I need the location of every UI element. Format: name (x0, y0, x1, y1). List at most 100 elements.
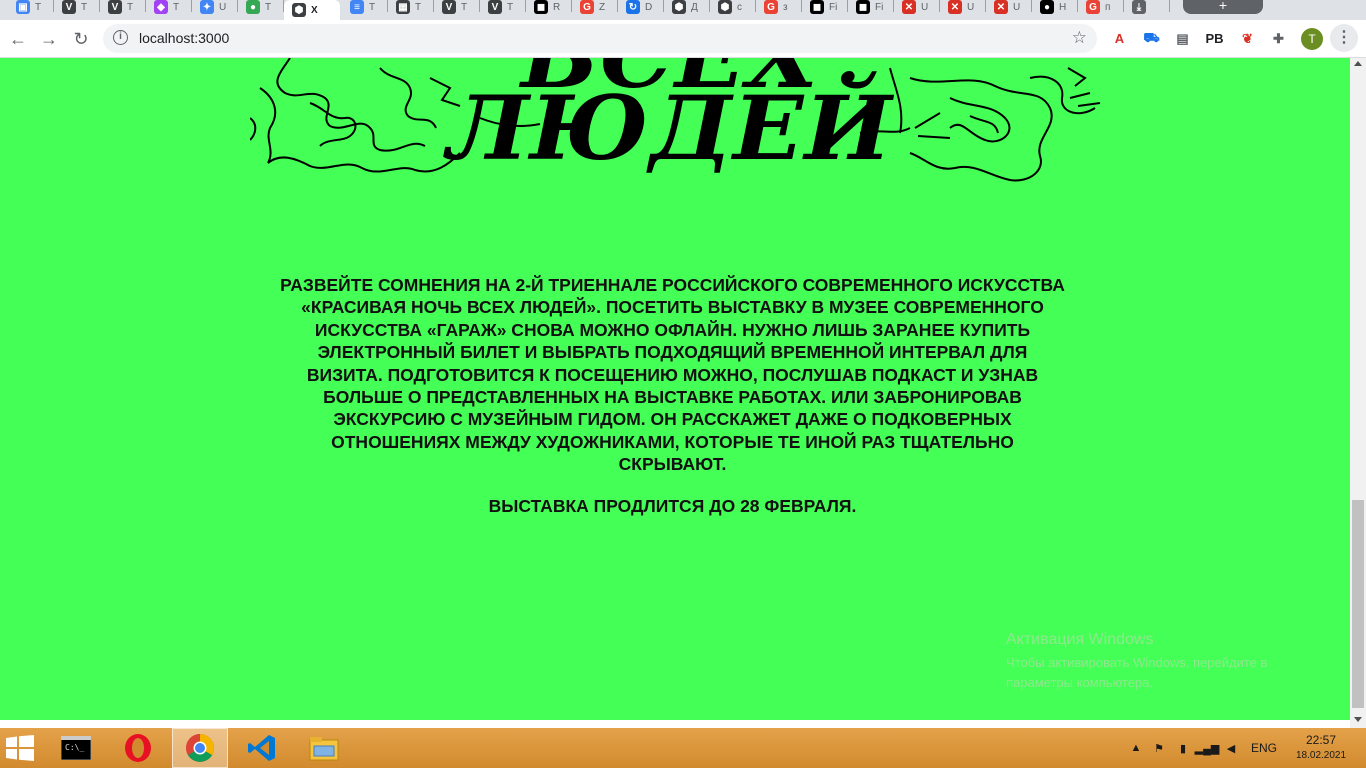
browser-tab[interactable]: ≡ Т (342, 0, 388, 14)
tab-title: Fi (829, 1, 838, 13)
bookmark-star-icon[interactable]: ☆ (1072, 28, 1087, 48)
browser-tab[interactable]: ◼ Fi (848, 0, 894, 14)
scroll-down-icon[interactable] (1354, 717, 1362, 722)
browser-tab[interactable]: ▣ Т (8, 0, 54, 14)
tab-title: U (1013, 1, 1021, 13)
extension-pb-icon[interactable]: PB (1205, 29, 1224, 48)
extension-pepper-icon[interactable]: ❦ (1238, 29, 1257, 48)
page-bottom-edge (0, 720, 1350, 728)
scrollbar-thumb[interactable] (1352, 500, 1364, 708)
tab-separator (1169, 0, 1170, 12)
browser-tab[interactable]: VТ (100, 0, 146, 14)
profile-avatar[interactable]: T (1301, 28, 1323, 50)
tab-title: з (783, 1, 788, 13)
system-clock[interactable]: 22:57 18.02.2021 (1296, 733, 1346, 761)
tray-battery-icon[interactable]: ▮ (1175, 740, 1191, 756)
address-bar[interactable]: i localhost:3000 ☆ (103, 24, 1097, 53)
scroll-up-icon[interactable] (1354, 61, 1362, 66)
browser-tab[interactable]: Gп (1078, 0, 1124, 14)
browser-tab[interactable]: ● H (1032, 0, 1078, 14)
tab-favicon-icon: G (764, 0, 778, 14)
input-language[interactable]: ENG (1251, 741, 1277, 755)
windows-start-icon[interactable] (6, 735, 34, 761)
browser-tab[interactable]: ✕ U (986, 0, 1032, 14)
new-tab-button[interactable]: + (1183, 0, 1263, 14)
svg-text:C:\_: C:\_ (65, 743, 84, 752)
browser-tab[interactable]: ⬢ Х (284, 0, 340, 20)
tab-title: Х (311, 4, 318, 16)
tab-title: Т (127, 1, 134, 13)
back-button[interactable]: ← (6, 27, 30, 51)
taskbar-explorer[interactable] (296, 728, 352, 768)
arrow-right-icon: → (40, 28, 58, 49)
extension-puzzle-icon[interactable]: ✚ (1269, 29, 1288, 48)
browser-tab[interactable]: VТ (434, 0, 480, 14)
tab-favicon-icon: V (62, 0, 76, 14)
page-scrollbar[interactable] (1350, 58, 1366, 728)
taskbar-opera[interactable] (110, 728, 166, 768)
browser-tab[interactable]: ⤓ (1124, 0, 1170, 14)
browser-tab[interactable]: ◼ Fi (802, 0, 848, 14)
site-info-icon[interactable]: i (113, 30, 128, 45)
tab-title: c (737, 1, 742, 13)
menu-icon[interactable]: ⋮ (1330, 24, 1358, 52)
forward-button[interactable]: → (37, 27, 61, 51)
tab-favicon-icon: ▦ (396, 0, 410, 14)
browser-tab[interactable]: ⬢ Д (664, 0, 710, 14)
tab-title: Т (265, 1, 272, 13)
tab-favicon-icon: ◼ (810, 0, 824, 14)
tray-network-icon[interactable]: ▂▄▆ (1195, 740, 1220, 756)
url-text[interactable]: localhost:3000 (139, 30, 229, 46)
tab-strip: ▣ Т V Т V Т ◆ Т ✦ U ● Т ⬢ Х ≡ Т ▦ Т V Т V Т ◼ R G Z ↻ D ⬢ Д ⬢ c Gз ◼ Fi ◼ Fi… (0, 0, 1366, 20)
browser-tab[interactable]: VТ (480, 0, 526, 14)
tab-favicon-icon: V (108, 0, 122, 14)
taskbar-cmd[interactable]: C:\_ (48, 728, 104, 768)
browser-tab[interactable]: VТ (54, 0, 100, 14)
tab-title: Т (461, 1, 468, 13)
chrome-icon (186, 734, 214, 762)
browser-tab[interactable]: ✕ U (894, 0, 940, 14)
browser-tab[interactable]: ⬢ c (710, 0, 756, 14)
tab-favicon-icon: ● (1040, 0, 1054, 14)
browser-tab[interactable]: GZ (572, 0, 618, 14)
tab-title: Z (599, 1, 606, 13)
browser-tab[interactable]: ◼ R (526, 0, 572, 14)
tray-flag-icon[interactable]: ⚑ (1151, 740, 1167, 756)
tab-title: Т (81, 1, 88, 13)
browser-tab[interactable]: ● Т (238, 0, 284, 14)
reload-icon: ↻ (73, 28, 89, 49)
extension-pdf-icon[interactable]: A (1110, 29, 1129, 48)
browser-tab[interactable]: ↻ D (618, 0, 664, 14)
arrow-left-icon: ← (9, 28, 27, 49)
browser-tab[interactable]: ✦ U (192, 0, 238, 14)
exhibition-dates: ВЫСТАВКА ПРОДЛИТСЯ ДО 28 ФЕВРАЛЯ. (488, 496, 857, 516)
tab-title: Т (35, 1, 42, 13)
tab-favicon-icon: ⤓ (1132, 0, 1146, 14)
tray-expand-icon[interactable]: ▲ (1128, 740, 1144, 756)
watermark-line-1: Чтобы активировать Windows, перейдите в (1006, 655, 1268, 670)
tab-favicon-icon: ✕ (902, 0, 916, 14)
hero-title: ВСЕХ ЛЮДЕЙ (366, 58, 975, 172)
browser-tab[interactable]: Gз (756, 0, 802, 14)
taskbar-vscode[interactable] (234, 728, 290, 768)
taskbar-chrome[interactable] (172, 728, 228, 768)
browser-tab[interactable]: ▦ Т (388, 0, 434, 14)
windows-taskbar: C:\_ ▲ ⚑ ▮ ▂▄▆ ◀ ENG 22:57 18.02.2021 (0, 728, 1366, 768)
tab-favicon-icon: V (442, 0, 456, 14)
folder-icon (309, 737, 339, 761)
tab-favicon-icon: V (488, 0, 502, 14)
tray-volume-icon[interactable]: ◀ (1223, 740, 1239, 756)
browser-tab[interactable]: ✕ U (940, 0, 986, 14)
watermark-title: Активация Windows (1006, 631, 1154, 648)
watermark-line-2: параметры компьютера. (1006, 675, 1153, 690)
browser-toolbar: ← → ↻ i localhost:3000 ☆ A ⛟ ▤ PB ❦ ✚ T ⋮ (0, 20, 1366, 58)
tab-favicon-icon: ↻ (626, 0, 640, 14)
browser-tab[interactable]: ◆ Т (146, 0, 192, 14)
extension-car-icon[interactable]: ⛟ (1142, 29, 1161, 48)
windows-activation-watermark: Активация Windows Чтобы активировать Win… (1006, 631, 1336, 693)
tab-title: Fi (875, 1, 884, 13)
tab-favicon-icon: G (580, 0, 594, 14)
reload-button[interactable]: ↻ (69, 27, 93, 51)
tab-title: U (219, 1, 227, 13)
extension-store-icon[interactable]: ▤ (1173, 29, 1192, 48)
